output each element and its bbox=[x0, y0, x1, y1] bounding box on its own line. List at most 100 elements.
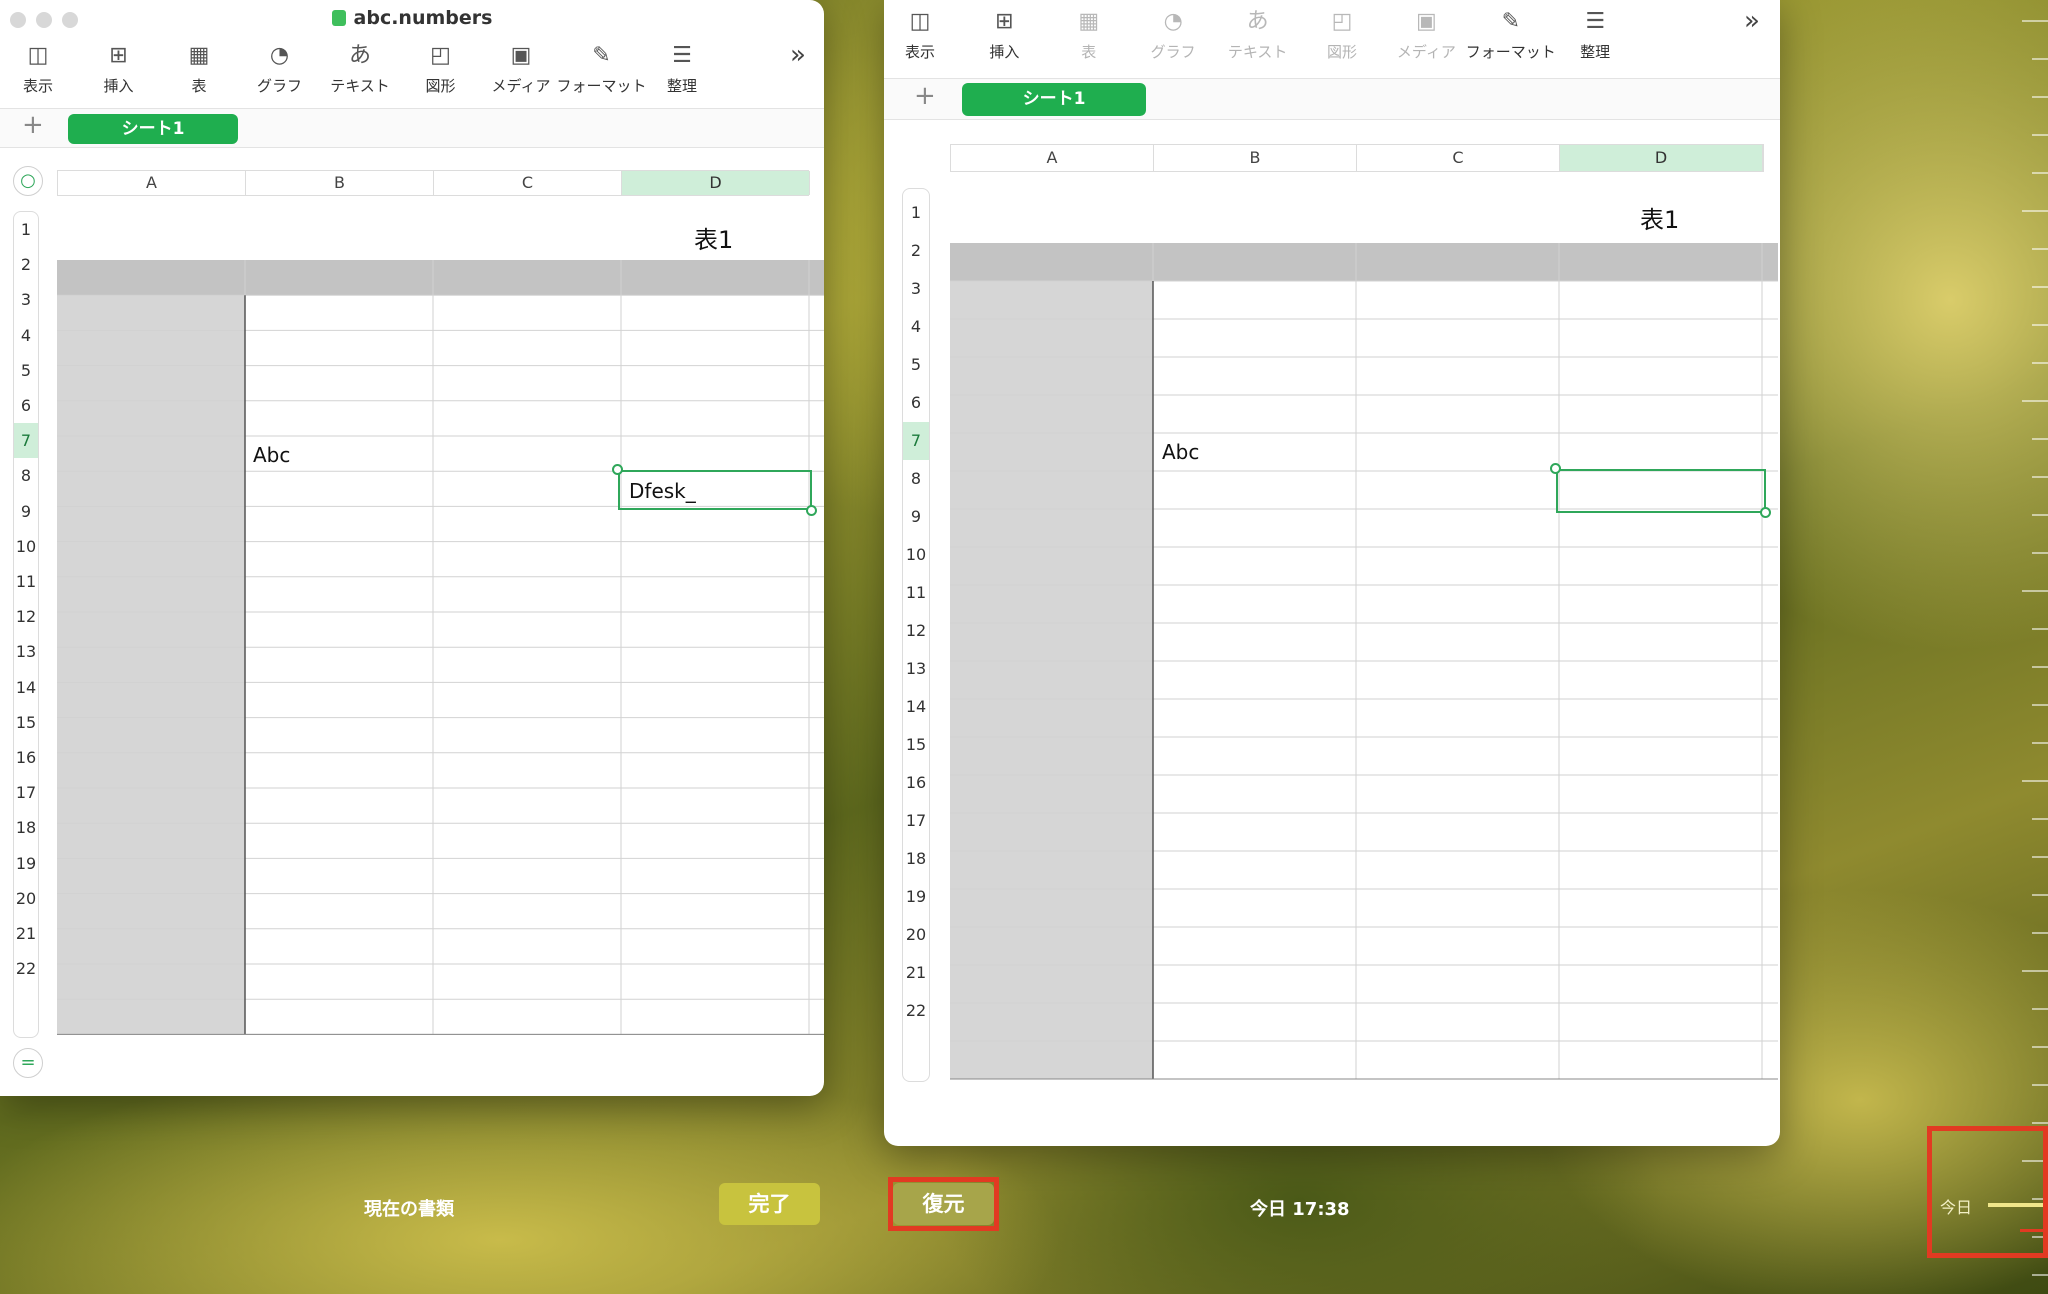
sheet-tab-1[interactable]: シート1 bbox=[962, 83, 1146, 116]
toolbar-label: 表 bbox=[1081, 43, 1097, 61]
timeline-tick bbox=[2032, 818, 2048, 820]
row-header-6[interactable]: 6 bbox=[903, 384, 929, 422]
toolbar-chart-button[interactable]: ◔ グラフ bbox=[1125, 10, 1221, 62]
toolbar-label: テキスト bbox=[1227, 43, 1288, 61]
timeline-tick bbox=[2032, 172, 2048, 174]
selection-handle-bottom[interactable] bbox=[806, 505, 817, 516]
row-header-13[interactable]: 13 bbox=[14, 634, 38, 669]
right-row-headers: 1 2 3 4 5 6 7 8 9 10 11 12 13 14 15 16 17 18 19 20 21 22 bbox=[902, 188, 930, 1082]
toolbar-shape-button[interactable]: ◰ 図形 bbox=[1294, 10, 1390, 62]
row-header-6[interactable]: 6 bbox=[14, 388, 38, 423]
cell-b6[interactable]: Abc bbox=[1162, 440, 1199, 464]
column-header-c[interactable]: C bbox=[1357, 145, 1560, 171]
right-table-grid[interactable] bbox=[950, 243, 1780, 1083]
column-header-b[interactable]: B bbox=[1154, 145, 1357, 171]
row-header-5[interactable]: 5 bbox=[14, 353, 38, 388]
row-header-7[interactable]: 7 bbox=[903, 422, 929, 460]
row-header-21[interactable]: 21 bbox=[903, 954, 929, 992]
row-header-14[interactable]: 14 bbox=[14, 670, 38, 705]
row-header-8[interactable]: 8 bbox=[14, 458, 38, 493]
toolbar-insert-button[interactable]: ⊞ 挿入 bbox=[956, 10, 1052, 62]
column-header-b[interactable]: B bbox=[246, 171, 434, 195]
add-sheet-button[interactable]: + bbox=[914, 81, 936, 111]
chart-icon: ◔ bbox=[1163, 9, 1183, 34]
column-header-a[interactable]: A bbox=[58, 171, 246, 195]
row-header-3[interactable]: 3 bbox=[903, 270, 929, 308]
cell-b6[interactable]: Abc bbox=[253, 443, 290, 467]
add-sheet-button[interactable]: + bbox=[22, 110, 44, 140]
column-header-a[interactable]: A bbox=[951, 145, 1154, 171]
row-header-2[interactable]: 2 bbox=[14, 247, 38, 282]
row-header-15[interactable]: 15 bbox=[903, 726, 929, 764]
row-header-2[interactable]: 2 bbox=[903, 232, 929, 270]
row-header-14[interactable]: 14 bbox=[903, 688, 929, 726]
row-header-12[interactable]: 12 bbox=[14, 599, 38, 634]
row-header-20[interactable]: 20 bbox=[903, 916, 929, 954]
row-header-11[interactable]: 11 bbox=[903, 574, 929, 612]
media-icon: ▣ bbox=[1415, 9, 1437, 34]
row-header-22[interactable]: 22 bbox=[14, 951, 38, 986]
row-column-resize-icon[interactable]: = bbox=[13, 1048, 43, 1078]
row-header-10[interactable]: 10 bbox=[14, 529, 38, 564]
toolbar-text-button[interactable]: あテキスト bbox=[1210, 10, 1306, 62]
row-header-3[interactable]: 3 bbox=[14, 282, 38, 317]
row-header-9[interactable]: 9 bbox=[903, 498, 929, 536]
row-header-19[interactable]: 19 bbox=[14, 846, 38, 881]
selection-handle-bottom[interactable] bbox=[1760, 507, 1771, 518]
timeline-tick bbox=[2022, 400, 2048, 402]
column-header-d[interactable]: D bbox=[1560, 145, 1763, 171]
row-header-15[interactable]: 15 bbox=[14, 705, 38, 740]
table-header-column bbox=[950, 281, 1153, 1079]
toolbar-organize-button[interactable]: ☰ 整理 bbox=[634, 44, 730, 96]
row-header-8[interactable]: 8 bbox=[903, 460, 929, 498]
row-header-11[interactable]: 11 bbox=[14, 564, 38, 599]
sheet-tab-1[interactable]: シート1 bbox=[68, 114, 238, 144]
column-header-c[interactable]: C bbox=[434, 171, 622, 195]
timeline-tick bbox=[2032, 856, 2048, 858]
row-header-20[interactable]: 20 bbox=[14, 881, 38, 916]
row-header-18[interactable]: 18 bbox=[14, 810, 38, 845]
row-header-1[interactable]: 1 bbox=[14, 212, 38, 247]
timeline-tick bbox=[2032, 362, 2048, 364]
selected-cell-d7[interactable] bbox=[1556, 469, 1766, 513]
toolbar-format-button[interactable]: ✎ フォーマット bbox=[1463, 10, 1559, 62]
toolbar-table-button[interactable]: ▦ 表 bbox=[1041, 10, 1137, 62]
select-table-icon[interactable]: ○ bbox=[13, 166, 43, 196]
row-header-5[interactable]: 5 bbox=[903, 346, 929, 384]
toolbar-organize-button[interactable]: ☰ 整理 bbox=[1547, 10, 1643, 62]
row-header-19[interactable]: 19 bbox=[903, 878, 929, 916]
row-header-4[interactable]: 4 bbox=[14, 318, 38, 353]
table-title[interactable]: 表1 bbox=[694, 220, 733, 255]
selection-handle-top[interactable] bbox=[1550, 463, 1561, 474]
toolbar-media-button[interactable]: ▣ メディア bbox=[1378, 10, 1474, 62]
version-timestamp: 今日 17:38 bbox=[1250, 1199, 1350, 1220]
row-header-10[interactable]: 10 bbox=[903, 536, 929, 574]
row-header-22[interactable]: 22 bbox=[903, 992, 929, 1030]
left-sheet-bar: + シート1 bbox=[0, 108, 824, 148]
selection-handle-top[interactable] bbox=[612, 464, 623, 475]
timeline-tick bbox=[2032, 514, 2048, 516]
row-header-13[interactable]: 13 bbox=[903, 650, 929, 688]
cell-d7-editing[interactable]: Dfesk_ bbox=[629, 479, 696, 503]
row-header-9[interactable]: 9 bbox=[14, 494, 38, 529]
row-header-18[interactable]: 18 bbox=[903, 840, 929, 878]
row-header-4[interactable]: 4 bbox=[903, 308, 929, 346]
toolbar-sidebar-button[interactable]: ◫ 表示 bbox=[884, 10, 968, 62]
row-header-12[interactable]: 12 bbox=[903, 612, 929, 650]
row-header-7[interactable]: 7 bbox=[14, 423, 38, 459]
toolbar-more-icon[interactable]: » bbox=[1744, 6, 1760, 36]
row-header-16[interactable]: 16 bbox=[14, 740, 38, 775]
toolbar-more-icon[interactable]: » bbox=[790, 40, 806, 70]
left-table-grid[interactable] bbox=[57, 260, 824, 1036]
version-timeline-ruler[interactable] bbox=[1990, 0, 2048, 1294]
current-document-window: abc.numbers ◫ 表示 ⊞ 挿入 ▦ 表 ◔ グラフあテキスト ◰ 図形 ▣ メディア ✎ フォ… bbox=[0, 0, 824, 1096]
row-header-1[interactable]: 1 bbox=[903, 194, 929, 232]
row-header-16[interactable]: 16 bbox=[903, 764, 929, 802]
column-header-d[interactable]: D bbox=[622, 171, 810, 195]
table-icon: ▦ bbox=[1078, 9, 1100, 34]
row-header-17[interactable]: 17 bbox=[903, 802, 929, 840]
done-button[interactable]: 完了 bbox=[719, 1183, 820, 1225]
row-header-17[interactable]: 17 bbox=[14, 775, 38, 810]
row-header-21[interactable]: 21 bbox=[14, 916, 38, 951]
table-title[interactable]: 表1 bbox=[1640, 200, 1679, 235]
